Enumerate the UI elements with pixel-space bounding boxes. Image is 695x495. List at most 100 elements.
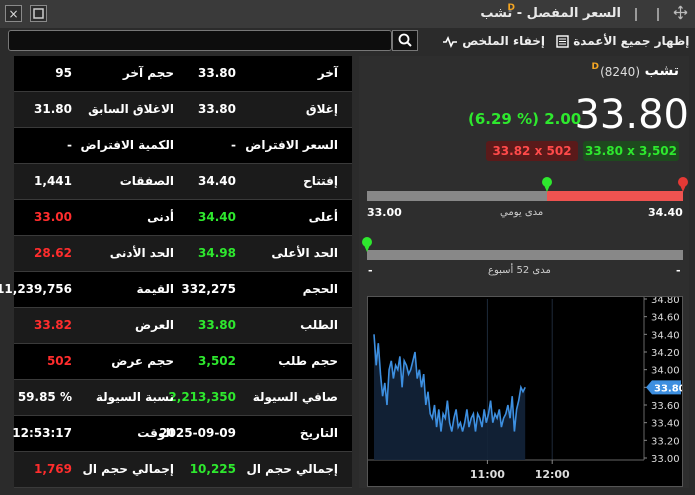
- field-label: العرض: [135, 318, 174, 332]
- field-label: الاغلاق السابق: [88, 102, 174, 116]
- daily-range-fill: [547, 191, 683, 201]
- field-value: 10,225: [189, 462, 236, 476]
- field-value: -: [231, 138, 236, 152]
- chart-y-tick-label: 33.40: [651, 419, 680, 430]
- search-icon: [398, 33, 412, 47]
- field-value: 2,213,350: [168, 390, 236, 404]
- field-value: 34.40: [198, 174, 236, 188]
- field-value: 28.62: [34, 246, 72, 260]
- field-label: حجم عرض: [111, 354, 174, 368]
- symbol-code: (8240): [600, 65, 640, 79]
- daily-range-label: مدى يومي: [500, 207, 544, 218]
- last-price: 33.80: [574, 92, 689, 138]
- intraday-chart[interactable]: 34.80 34.60 34.40 34.20 34.00 33.80 33.60 33.40…: [367, 295, 686, 487]
- field-value: 1,769: [34, 462, 72, 476]
- field-value: 3,502: [198, 354, 236, 368]
- daily-high: 34.40: [648, 206, 683, 219]
- field-label: حجم آخر: [122, 66, 174, 80]
- change-pct: (6.29 %): [468, 110, 539, 128]
- field-label: الصفقات: [119, 174, 174, 188]
- close-button[interactable]: ×: [5, 5, 22, 22]
- field-label: إفتتاح: [303, 174, 338, 188]
- field-value: 33.00: [34, 210, 72, 224]
- show-all-columns-button[interactable]: إظهار جميع الأعمدة: [556, 34, 689, 48]
- field-value: 33.80: [198, 102, 236, 116]
- field-label: حجم طلب: [278, 354, 338, 368]
- week52-range-label: مدى 52 أسبوع: [488, 265, 551, 276]
- intraday-chart-svg: 34.80 34.60 34.40 34.20 34.00 33.80 33.60 33.40…: [368, 295, 686, 481]
- chart-x-tick-label: 12:00: [535, 468, 570, 481]
- field-label: الطلب: [300, 318, 338, 332]
- daily-range-track: [367, 191, 547, 201]
- field-value: 502: [46, 354, 72, 368]
- details-table: آخر 33.80 حجم آخر 95 إغلاق 33.80 الاغلاق الساب…: [0, 56, 352, 488]
- search-button[interactable]: [392, 30, 418, 51]
- chart-y-tick-label: 34.00: [651, 366, 680, 377]
- chart-y-tick-label: 34.40: [651, 330, 680, 341]
- field-value: 33.80: [198, 66, 236, 80]
- pulse-icon: [443, 35, 457, 48]
- daily-high-marker: [678, 177, 688, 192]
- field-value: -: [67, 138, 72, 152]
- table-row: أعلى 34.40 أدنى 33.00: [14, 200, 352, 236]
- table-row: التاريخ 2025-09-09 الوقت 12:53:17: [12, 416, 352, 452]
- field-value: 31.80: [34, 102, 72, 116]
- chart-x-tick-label: 11:00: [470, 468, 505, 481]
- daily-low: 33.00: [367, 206, 402, 219]
- field-value: 34.98: [198, 246, 236, 260]
- close-icon: ×: [8, 7, 19, 21]
- bid-box: 33.80 x 3,502: [583, 141, 679, 161]
- field-label: إجمالي حجم ال: [82, 462, 174, 476]
- field-value: 332,275: [181, 282, 236, 296]
- week52-low: -: [368, 264, 373, 277]
- week52-range-track: [367, 250, 683, 260]
- chart-series-area: [374, 334, 526, 460]
- bid-text: 33.80 x 3,502: [584, 144, 677, 158]
- chart-y-tick-label: 33.20: [651, 436, 680, 447]
- field-label: الحد الأدنى: [109, 246, 174, 260]
- week52-high: -: [676, 264, 681, 277]
- field-label: الكمية الافتراض: [80, 138, 174, 152]
- field-label: صافي السيولة: [252, 390, 338, 404]
- field-label: نسبة السيولة: [95, 390, 174, 404]
- field-label: التاريخ: [299, 426, 338, 440]
- field-value: 12:53:17: [12, 426, 72, 440]
- move-icon: [673, 5, 688, 20]
- chart-y-tick-label: 34.60: [651, 313, 680, 324]
- table-row: صافي السيولة 2,213,350 نسبة السيولة 59.85 %: [14, 380, 352, 416]
- field-value: 33.80: [198, 318, 236, 332]
- table-row: إفتتاح 34.40 الصفقات 1,441: [14, 164, 352, 200]
- window-title: السعر المفصل - تشب: [480, 6, 621, 21]
- hide-summary-button[interactable]: إخفاء الملخص: [442, 34, 545, 48]
- field-value: 1,441: [34, 174, 72, 188]
- chart-y-tick-label: 34.80: [651, 297, 680, 306]
- field-label: إغلاق: [305, 102, 338, 116]
- maximize-button[interactable]: [30, 5, 47, 22]
- symbol-delay-badge: D: [591, 62, 599, 72]
- table-row: إغلاق 33.80 الاغلاق السابق 31.80: [14, 92, 352, 128]
- field-value: 34.40: [198, 210, 236, 224]
- field-label: القيمة: [136, 282, 174, 296]
- ask-text: 33.82 x 502: [492, 144, 572, 158]
- field-value: 33.82: [34, 318, 72, 332]
- field-label: أدنى: [147, 210, 174, 224]
- daily-low-marker: [542, 177, 552, 192]
- table-row: الحد الأعلى 34.98 الحد الأدنى 28.62: [14, 236, 352, 272]
- chart-last-value-label: 33.80: [654, 383, 682, 394]
- field-label: الحجم: [302, 282, 338, 296]
- week52-marker: [362, 237, 372, 252]
- table-row: الحجم 332,275 القيمة 11,239,756: [0, 272, 352, 308]
- chart-y-tick-label: 33.60: [651, 401, 680, 412]
- move-handle[interactable]: [672, 5, 689, 22]
- hide-summary-label: إخفاء الملخص: [462, 34, 545, 48]
- divider: [635, 8, 637, 21]
- table-row: حجم طلب 3,502 حجم عرض 502: [14, 344, 352, 380]
- table-row: السعر الافتراض - الكمية الافتراض -: [14, 128, 352, 164]
- field-label: الوقت: [137, 426, 174, 440]
- price-change: (6.29 %) 2.00: [468, 110, 581, 128]
- field-label: إجمالي حجم ال: [246, 462, 338, 476]
- field-value: 59.85 %: [17, 390, 72, 404]
- show-columns-label: إظهار جميع الأعمدة: [573, 34, 690, 48]
- search-input[interactable]: [8, 30, 392, 51]
- divider: [657, 8, 659, 21]
